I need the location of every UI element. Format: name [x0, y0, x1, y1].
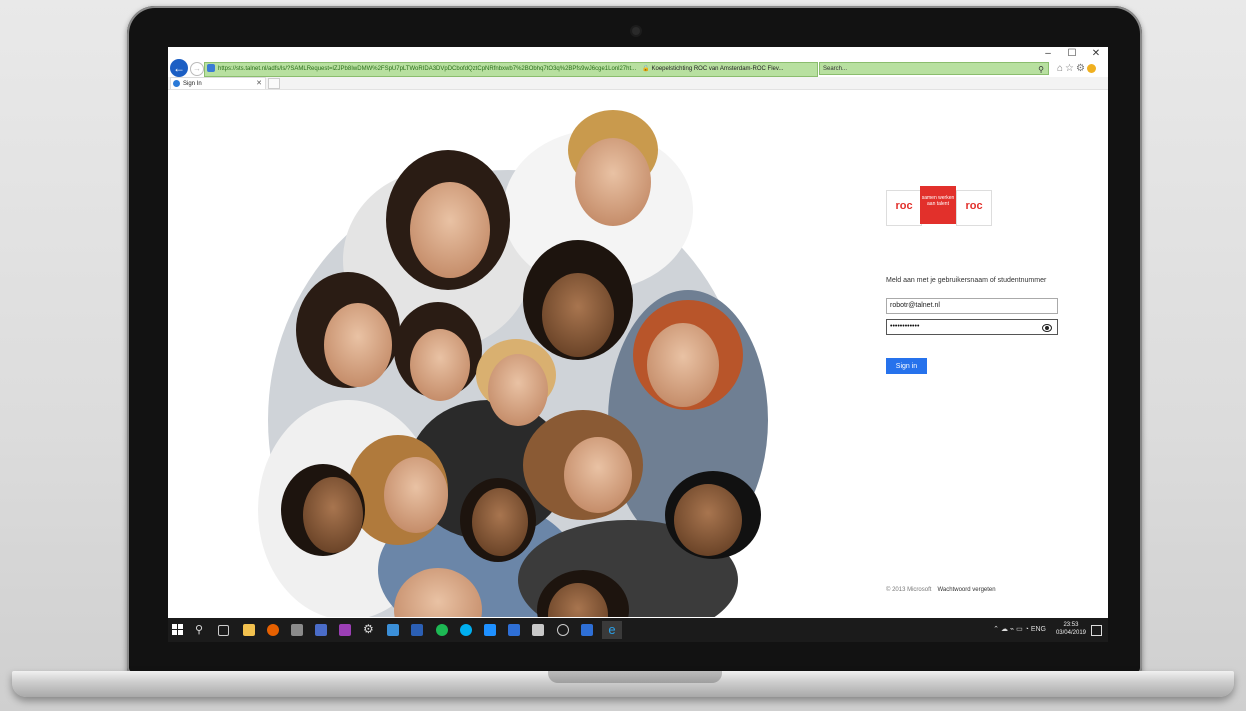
- clock[interactable]: 23:53 03/04/2019: [1056, 621, 1086, 637]
- browser-nav-bar: ← → https://sts.talnet.nl/adfs/ls/?SAMLR…: [168, 59, 1108, 77]
- spotify-icon[interactable]: [436, 624, 448, 636]
- roc-logo-middle: samen werken aan talent: [920, 186, 956, 224]
- sign-in-prompt: Meld aan met je gebruikersnaam of studen…: [886, 277, 1047, 284]
- address-url: https://sts.talnet.nl/adfs/ls/?SAMLReque…: [218, 66, 637, 72]
- browser-tools: ⌂☆⚙: [1057, 62, 1096, 75]
- uipath-icon[interactable]: [581, 624, 593, 636]
- tab-sign-in[interactable]: Sign In ✕: [170, 77, 266, 89]
- hero-image-students: [258, 110, 768, 617]
- screen: – ☐ ✕ ← → https://sts.talnet.nl/adfs/ls/…: [168, 47, 1108, 642]
- forward-button[interactable]: →: [190, 62, 204, 76]
- maximize-button[interactable]: ☐: [1062, 47, 1082, 61]
- password-field[interactable]: ••••••••••••: [886, 319, 1058, 335]
- tab-close-icon[interactable]: ✕: [256, 78, 262, 90]
- app-icon[interactable]: [291, 624, 303, 636]
- clock-date: 03/04/2019: [1055, 630, 1086, 636]
- uipath-icon[interactable]: [508, 624, 520, 636]
- app-icon[interactable]: [484, 624, 496, 636]
- sign-in-button[interactable]: Sign in: [886, 358, 927, 374]
- search-icon[interactable]: ⚲: [1038, 63, 1044, 76]
- roc-logo-left: roc: [886, 190, 922, 226]
- firefox-icon[interactable]: [267, 624, 279, 636]
- roc-logo: roc samen werken aan talent roc: [886, 186, 992, 228]
- settings-icon[interactable]: ⚙: [363, 623, 375, 635]
- search-icon[interactable]: ⚲: [195, 624, 207, 636]
- password-value: ••••••••••••: [890, 323, 920, 330]
- task-view-icon[interactable]: [218, 625, 229, 636]
- address-bar[interactable]: https://sts.talnet.nl/adfs/ls/?SAMLReque…: [204, 62, 818, 77]
- tab-favicon-icon: [173, 80, 180, 87]
- ie-icon[interactable]: e: [602, 621, 622, 639]
- forgot-password-link[interactable]: Wachtwoord vergeten: [937, 587, 995, 593]
- site-identity[interactable]: Koepelstichting ROC van Amsterdam-ROC Fl…: [651, 66, 783, 72]
- page-icon: [207, 64, 215, 73]
- reveal-password-eye-icon[interactable]: [1042, 324, 1052, 332]
- notification-center-icon[interactable]: [1091, 625, 1102, 636]
- page-footer: © 2013 Microsoft Wachtwoord vergeten: [886, 587, 996, 593]
- close-button[interactable]: ✕: [1086, 47, 1106, 61]
- laptop-notch: [548, 671, 722, 683]
- app-icon[interactable]: [387, 624, 399, 636]
- start-icon[interactable]: [172, 624, 184, 636]
- tab-bar: Sign In ✕: [168, 77, 1108, 90]
- back-button[interactable]: ←: [170, 59, 188, 77]
- new-tab-button[interactable]: [268, 78, 280, 89]
- webcam: [632, 27, 640, 35]
- search-placeholder: Search...: [823, 66, 848, 72]
- clock-time: 23:53: [1063, 622, 1079, 628]
- app-icon[interactable]: [315, 624, 327, 636]
- copyright-text: © 2013 Microsoft: [886, 587, 932, 593]
- lock-icon: 🔒: [642, 66, 650, 72]
- chrome-icon[interactable]: [557, 624, 569, 636]
- word-icon[interactable]: [411, 624, 423, 636]
- windows-taskbar: ⚲ ⚙ e ⌃ ☁ ⌁ ▭ ◔ ENG 23:53 03/04/2019: [168, 618, 1108, 642]
- roc-logo-right: roc: [956, 190, 992, 226]
- favorites-star-icon[interactable]: ☆: [1065, 63, 1076, 74]
- tab-title: Sign In: [183, 81, 202, 87]
- minimize-button[interactable]: –: [1038, 47, 1058, 61]
- app-icon[interactable]: [339, 624, 351, 636]
- feedback-smiley-icon[interactable]: [1086, 63, 1096, 73]
- home-icon[interactable]: ⌂: [1057, 63, 1065, 74]
- search-input[interactable]: Search... ⚲: [819, 62, 1049, 75]
- browser-title-bar: – ☐ ✕: [168, 47, 1108, 61]
- system-tray[interactable]: ⌃ ☁ ⌁ ▭ ◔ ENG: [993, 618, 1046, 642]
- username-field[interactable]: robotr@talnet.nl: [886, 298, 1058, 314]
- sign-in-page: roc samen werken aan talent roc Meld aan…: [168, 90, 1108, 617]
- file-explorer-icon[interactable]: [243, 624, 255, 636]
- app-icon[interactable]: [532, 624, 544, 636]
- settings-gear-icon[interactable]: ⚙: [1076, 63, 1087, 74]
- skype-icon[interactable]: [460, 624, 472, 636]
